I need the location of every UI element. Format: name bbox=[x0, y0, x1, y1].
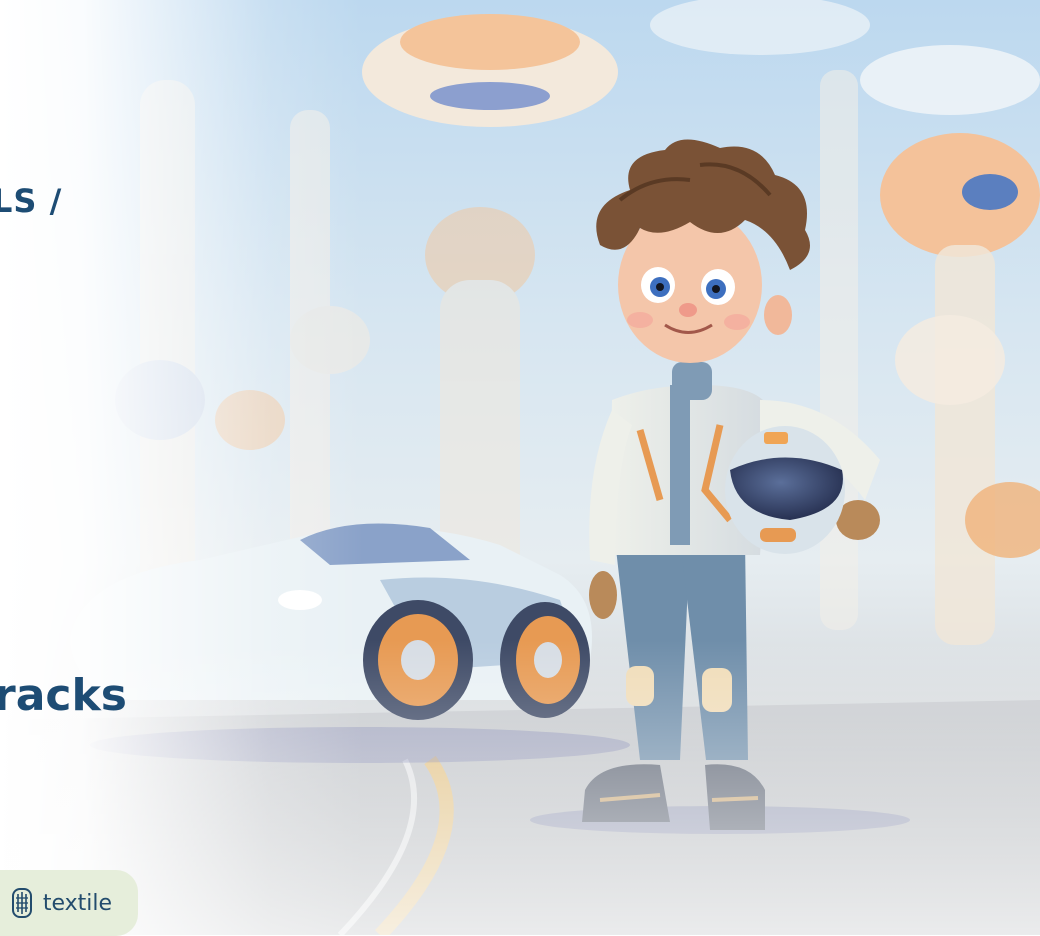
hero-illustration bbox=[0, 0, 1040, 935]
hero-title: racks bbox=[0, 670, 127, 721]
category-heading: LS / bbox=[0, 182, 63, 220]
tag-label: textile bbox=[42, 890, 112, 916]
textile-icon bbox=[11, 887, 33, 919]
textile-tag[interactable]: textile bbox=[0, 870, 138, 936]
